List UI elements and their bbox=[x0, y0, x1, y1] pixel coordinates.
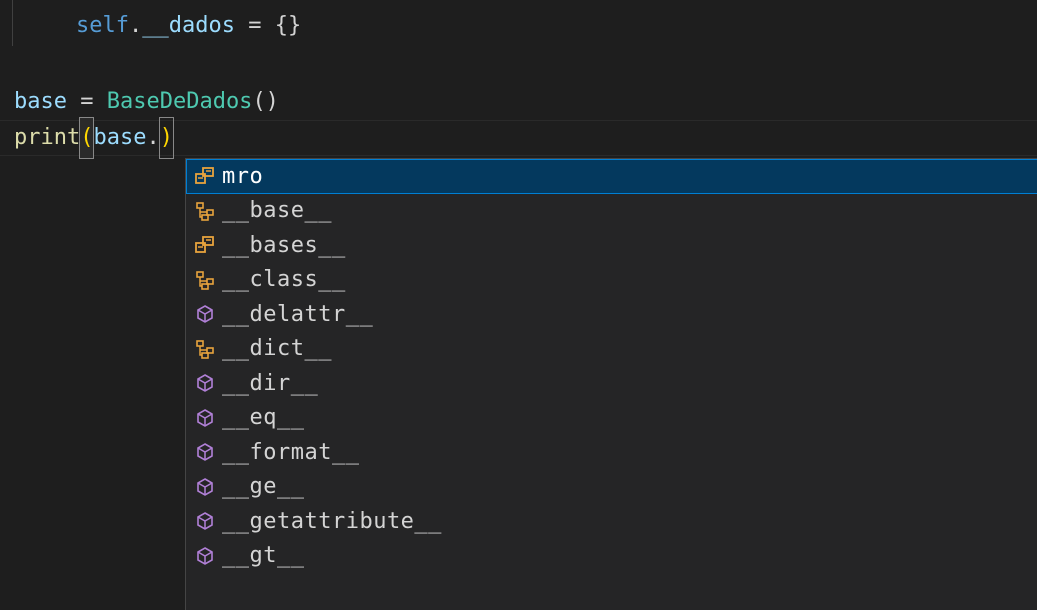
code-line-self-dados[interactable]: self.__dados = {} bbox=[76, 6, 301, 46]
suggest-item-label: __eq__ bbox=[222, 405, 305, 431]
cube-icon bbox=[194, 372, 216, 394]
suggest-item-mro[interactable]: mro bbox=[186, 159, 1037, 194]
suggest-item-base[interactable]: __base__ bbox=[186, 194, 1037, 229]
suggest-item-label: __format__ bbox=[222, 439, 360, 465]
suggest-item-eq[interactable]: __eq__ bbox=[186, 401, 1037, 436]
token-attr: __dados bbox=[142, 13, 235, 38]
cube-icon bbox=[194, 545, 216, 567]
code-editor[interactable]: self.__dados = {} base = BaseDeDados() p… bbox=[0, 0, 1037, 610]
suggest-item-label: __class__ bbox=[222, 267, 346, 293]
suggest-item-ge[interactable]: __ge__ bbox=[186, 470, 1037, 505]
suggest-item-class[interactable]: __class__ bbox=[186, 263, 1037, 298]
code-line-print[interactable]: print(base.) bbox=[14, 117, 174, 159]
info-icon[interactable] bbox=[1000, 165, 1022, 187]
token-assign: = bbox=[66, 89, 107, 114]
token-self: self bbox=[76, 13, 129, 38]
token-var: base bbox=[14, 89, 67, 114]
token-dot: . bbox=[128, 13, 143, 38]
cube-icon bbox=[194, 476, 216, 498]
bracket-open: ( bbox=[79, 117, 95, 159]
suggest-item-bases[interactable]: __bases__ bbox=[186, 228, 1037, 263]
method-icon bbox=[194, 165, 216, 187]
token-call: () bbox=[252, 89, 279, 114]
suggest-item-label: __dict__ bbox=[222, 336, 332, 362]
suggest-item-label: __bases__ bbox=[222, 232, 346, 258]
suggest-item-label: __base__ bbox=[222, 198, 332, 224]
method-icon bbox=[194, 234, 216, 256]
suggest-widget[interactable]: mro __base__ __bases__ __class__ __delat… bbox=[185, 158, 1037, 610]
token-class-name: BaseDeDados bbox=[106, 89, 253, 114]
suggest-item-label: __gt__ bbox=[222, 543, 305, 569]
suggest-item-dir[interactable]: __dir__ bbox=[186, 366, 1037, 401]
token-var: base bbox=[93, 125, 147, 150]
cube-icon bbox=[194, 510, 216, 532]
bracket-close: ) bbox=[158, 117, 174, 159]
suggest-item-label: __dir__ bbox=[222, 370, 319, 396]
suggest-item-format[interactable]: __format__ bbox=[186, 435, 1037, 470]
suggest-item-label: __ge__ bbox=[222, 474, 305, 500]
suggest-item-label: mro bbox=[222, 163, 264, 189]
indent-guide bbox=[12, 0, 13, 46]
token-dict: {} bbox=[274, 13, 302, 38]
class-icon bbox=[194, 200, 216, 222]
suggest-item-getattribute[interactable]: __getattribute__ bbox=[186, 504, 1037, 539]
suggest-item-label: __getattribute__ bbox=[222, 508, 442, 534]
class-icon bbox=[194, 338, 216, 360]
cube-icon bbox=[194, 407, 216, 429]
suggest-item-delattr[interactable]: __delattr__ bbox=[186, 297, 1037, 332]
cube-icon bbox=[194, 303, 216, 325]
code-line-base-assign[interactable]: base = BaseDeDados() bbox=[14, 82, 279, 122]
suggest-item-gt[interactable]: __gt__ bbox=[186, 539, 1037, 574]
token-function: print bbox=[14, 125, 81, 150]
suggest-item-label: __delattr__ bbox=[222, 301, 374, 327]
class-icon bbox=[194, 269, 216, 291]
token-assign: = bbox=[234, 13, 275, 38]
token-dot: . bbox=[146, 125, 160, 150]
suggest-item-dict[interactable]: __dict__ bbox=[186, 332, 1037, 367]
cube-icon bbox=[194, 441, 216, 463]
